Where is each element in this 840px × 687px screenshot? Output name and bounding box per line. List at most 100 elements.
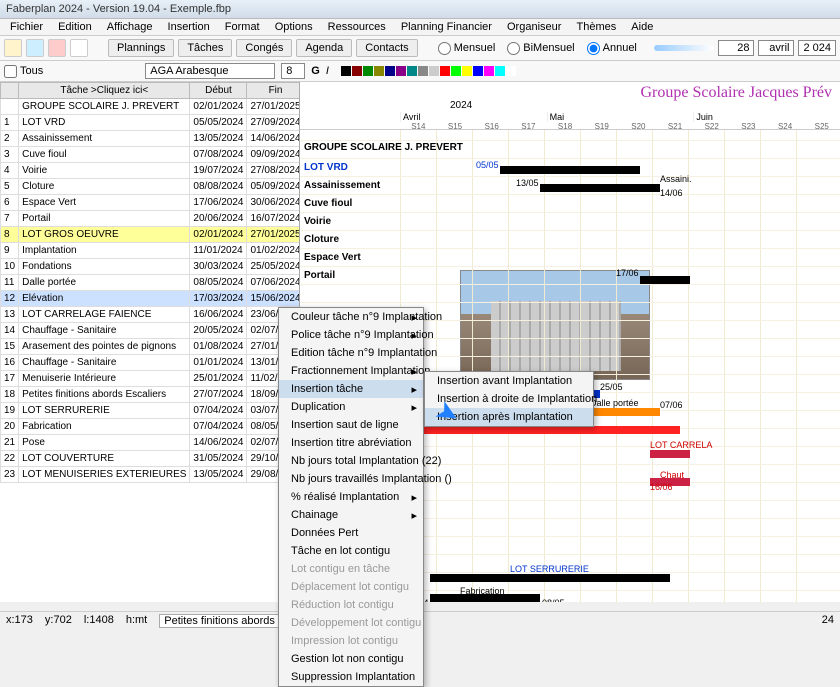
btn-italic[interactable]: I	[326, 65, 329, 77]
ctx-item[interactable]: Nb jours travaillés Implantation ()	[279, 470, 423, 488]
project-photo	[460, 270, 650, 380]
ctx-item[interactable]: Insertion saut de ligne	[279, 416, 423, 434]
gantt-row-label: GROUPE SCOLAIRE J. PREVERT	[304, 142, 463, 153]
ctx-item[interactable]: Suppression Implantation	[279, 668, 423, 686]
table-row[interactable]: 12Elévation17/03/202415/06/202491>m	[1, 291, 301, 307]
context-menu[interactable]: Couleur tâche n°9 ImplantationPolice tâc…	[278, 307, 424, 687]
table-row[interactable]: 6Espace Vert17/06/202430/06/202414>menu<	[1, 195, 301, 211]
toolbar-btn-1[interactable]	[4, 39, 22, 57]
tab-conges[interactable]: Congés	[236, 39, 292, 57]
table-row[interactable]: 7Portail20/06/202416/07/202427>menu<	[1, 211, 301, 227]
ctx-item[interactable]: Données Pert	[279, 524, 423, 542]
tab-agenda[interactable]: Agenda	[296, 39, 352, 57]
table-row[interactable]: 11Dalle portée08/05/202407/06/202431>m	[1, 275, 301, 291]
table-row[interactable]: 20Fabrication07/04/202408/05/202432>m	[1, 419, 301, 435]
color-palette[interactable]	[341, 66, 516, 76]
gantt-bar-label: 08/05	[542, 598, 565, 602]
menu-ressources[interactable]: Ressources	[322, 19, 392, 35]
ctx-item[interactable]: Gestion lot non contigu	[279, 650, 423, 668]
radio-mensuel[interactable]: Mensuel	[438, 42, 496, 55]
table-row[interactable]: GROUPE SCOLAIRE J. PREVERT02/01/202427/0…	[1, 99, 301, 115]
menu-affichage[interactable]: Affichage	[101, 19, 159, 35]
ctx-item[interactable]: Fractionnement Implantation	[279, 362, 423, 380]
toolbar-btn-2[interactable]	[26, 39, 44, 57]
ctx-item[interactable]: Tâche en lot contigu	[279, 542, 423, 560]
gantt-bar-label: 05/05	[476, 160, 499, 170]
table-row[interactable]: 23LOT MENUISERIES EXTERIEURES13/05/20242…	[1, 467, 301, 483]
combo-num[interactable]: 8	[281, 63, 305, 79]
gantt-bar-label: Fabrication	[460, 586, 505, 596]
menu-options[interactable]: Options	[269, 19, 319, 35]
ctx-item: Déplacement lot contigu	[279, 578, 423, 596]
table-row[interactable]: 10Fondations30/03/202425/05/202457>menu<	[1, 259, 301, 275]
table-row[interactable]: 22LOT COUVERTURE31/05/202429/10/2024152>…	[1, 451, 301, 467]
ctx-item[interactable]: Police tâche n°9 Implantation	[279, 326, 423, 344]
menu-organiseur[interactable]: Organiseur	[501, 19, 567, 35]
radio-bimensuel[interactable]: BiMensuel	[507, 42, 574, 55]
btn-bold[interactable]: G	[311, 65, 320, 77]
ctx-item[interactable]: Edition tâche n°9 Implantation	[279, 344, 423, 362]
table-row[interactable]: 13LOT CARRELAGE FAIENCE16/06/202423/06/2…	[1, 307, 301, 323]
table-row[interactable]: 18Petites finitions abords Escaliers27/0…	[1, 387, 301, 403]
table-row[interactable]: 19LOT SERRURERIE07/04/202403/07/202487>m	[1, 403, 301, 419]
gantt-bar[interactable]	[500, 166, 640, 174]
col-debut[interactable]: Début	[190, 83, 247, 99]
gantt-bar-label: 25/05	[600, 382, 623, 392]
tab-contacts[interactable]: Contacts	[356, 39, 417, 57]
ctx-item[interactable]: Insertion tâche	[279, 380, 423, 398]
menu-themes[interactable]: Thèmes	[570, 19, 622, 35]
table-row[interactable]: 1LOT VRD05/05/202427/09/2024146>menu<	[1, 115, 301, 131]
ctx-item[interactable]: Nb jours total Implantation (22)	[279, 452, 423, 470]
tab-taches[interactable]: Tâches	[178, 39, 232, 57]
status-h: h:mt	[126, 614, 147, 628]
col-task[interactable]: Tâche >Cliquez ici<	[19, 83, 190, 99]
combo-resource[interactable]: AGA Arabesque	[145, 63, 275, 79]
table-row[interactable]: 21Pose14/06/202402/07/202419>m	[1, 435, 301, 451]
table-row[interactable]: 3Cuve fioul07/08/202409/09/202434>menu<	[1, 147, 301, 163]
menu-planning[interactable]: Planning Financier	[395, 19, 498, 35]
gantt-bar-label: 16/06	[650, 482, 673, 492]
zoom-slider[interactable]	[654, 45, 714, 51]
table-row[interactable]: 14Chauffage - Sanitaire20/05/202402/07/2…	[1, 323, 301, 339]
table-row[interactable]: 2Assainissement13/05/202414/06/202433>me…	[1, 131, 301, 147]
col-num[interactable]	[1, 83, 19, 99]
status-x: x:173	[6, 614, 33, 628]
table-row[interactable]: 8LOT GROS OEUVRE02/01/202427/01/2025392	[1, 227, 301, 243]
gantt-bar-label: 07/06	[660, 400, 683, 410]
menu-fichier[interactable]: Fichier	[4, 19, 49, 35]
check-tous[interactable]: Tous	[4, 65, 43, 78]
table-row[interactable]: 17Menuiserie Intérieure25/01/202411/02/2…	[1, 371, 301, 387]
menu-insertion[interactable]: Insertion	[162, 19, 216, 35]
window-title: Faberplan 2024 - Version 19.04 - Exemple…	[0, 0, 840, 19]
ctx-item[interactable]: % réalisé Implantation	[279, 488, 423, 506]
menu-aide[interactable]: Aide	[625, 19, 659, 35]
toolbar-btn-3[interactable]	[48, 39, 66, 57]
table-row[interactable]: 15Arasement des pointes de pignons01/08/…	[1, 339, 301, 355]
menu-format[interactable]: Format	[219, 19, 266, 35]
ctx-item[interactable]: Duplication	[279, 398, 423, 416]
ctx-item[interactable]: Couleur tâche n°9 Implantation	[279, 308, 423, 326]
table-row[interactable]: 16Chauffage - Sanitaire01/01/202413/01/2…	[1, 355, 301, 371]
radio-annuel[interactable]: Annuel	[587, 42, 637, 55]
gantt-row-label: Assainissement	[304, 180, 380, 191]
ctx-item[interactable]: Chainage	[279, 506, 423, 524]
gantt-row-label: Cuve fioul	[304, 198, 352, 209]
spin-month[interactable]: avril	[758, 40, 794, 56]
ctx-item: Lot contigu en tâche	[279, 560, 423, 578]
table-row[interactable]: 4Voirie19/07/202427/08/202440>menu<	[1, 163, 301, 179]
ctx-item[interactable]: Insertion titre abréviation	[279, 434, 423, 452]
task-grid[interactable]: Tâche >Cliquez ici< Début Fin J Menu GRO…	[0, 82, 300, 602]
gantt-bar[interactable]	[650, 450, 690, 458]
ctx-sub-item[interactable]: Insertion avant Implantation	[425, 372, 593, 390]
toolbar-btn-4[interactable]	[70, 39, 88, 57]
gantt-bar[interactable]	[430, 574, 670, 582]
table-row[interactable]: 5Cloture08/08/202405/09/202429>menu<	[1, 179, 301, 195]
table-row[interactable]: 9Implantation11/01/202401/02/202422>menu…	[1, 243, 301, 259]
spin-year[interactable]: 2 024	[798, 40, 836, 56]
spin-day[interactable]: 28	[718, 40, 754, 56]
gantt-bar[interactable]	[640, 276, 690, 284]
col-fin[interactable]: Fin	[247, 83, 300, 99]
gantt-bar[interactable]	[540, 184, 660, 192]
menu-edition[interactable]: Edition	[52, 19, 98, 35]
tab-plannings[interactable]: Plannings	[108, 39, 174, 57]
